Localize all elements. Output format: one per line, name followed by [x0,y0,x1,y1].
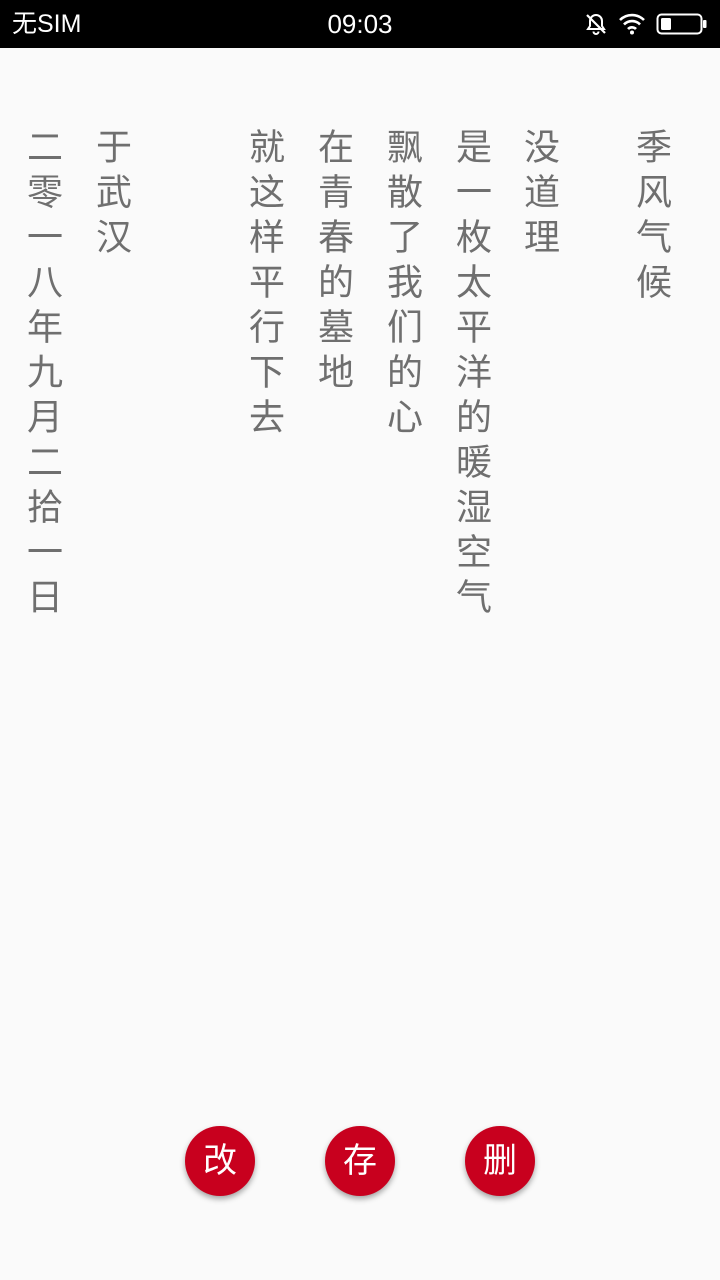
battery-icon [656,13,708,35]
edit-button[interactable]: 改 [185,1126,255,1196]
poem-line-2: 没道理 [518,128,559,263]
status-icons [584,9,708,39]
save-button[interactable]: 存 [325,1126,395,1196]
poem-line-6: 就这样平行下去 [243,128,284,443]
poem-line-4: 飘散了我们的心 [381,128,422,443]
poem-line-1: 季风气候 [630,128,671,308]
poem-area: 季风气候 没道理 是一枚太平洋的暖湿空气 飘散了我们的心 在青春的墓地 就这样平… [0,48,720,1108]
poem-line-3: 是一枚太平洋的暖湿空气 [450,128,491,623]
delete-button[interactable]: 删 [465,1126,535,1196]
poem-place: 于武汉 [90,128,131,263]
status-bar: 无SIM 09:03 [0,0,720,48]
poem-line-5: 在青春的墓地 [312,128,353,398]
mute-bell-icon [584,12,608,36]
action-bar: 改 存 删 [0,1126,720,1198]
wifi-icon [618,13,646,35]
poem-date: 二零一八年九月二拾一日 [21,128,62,623]
